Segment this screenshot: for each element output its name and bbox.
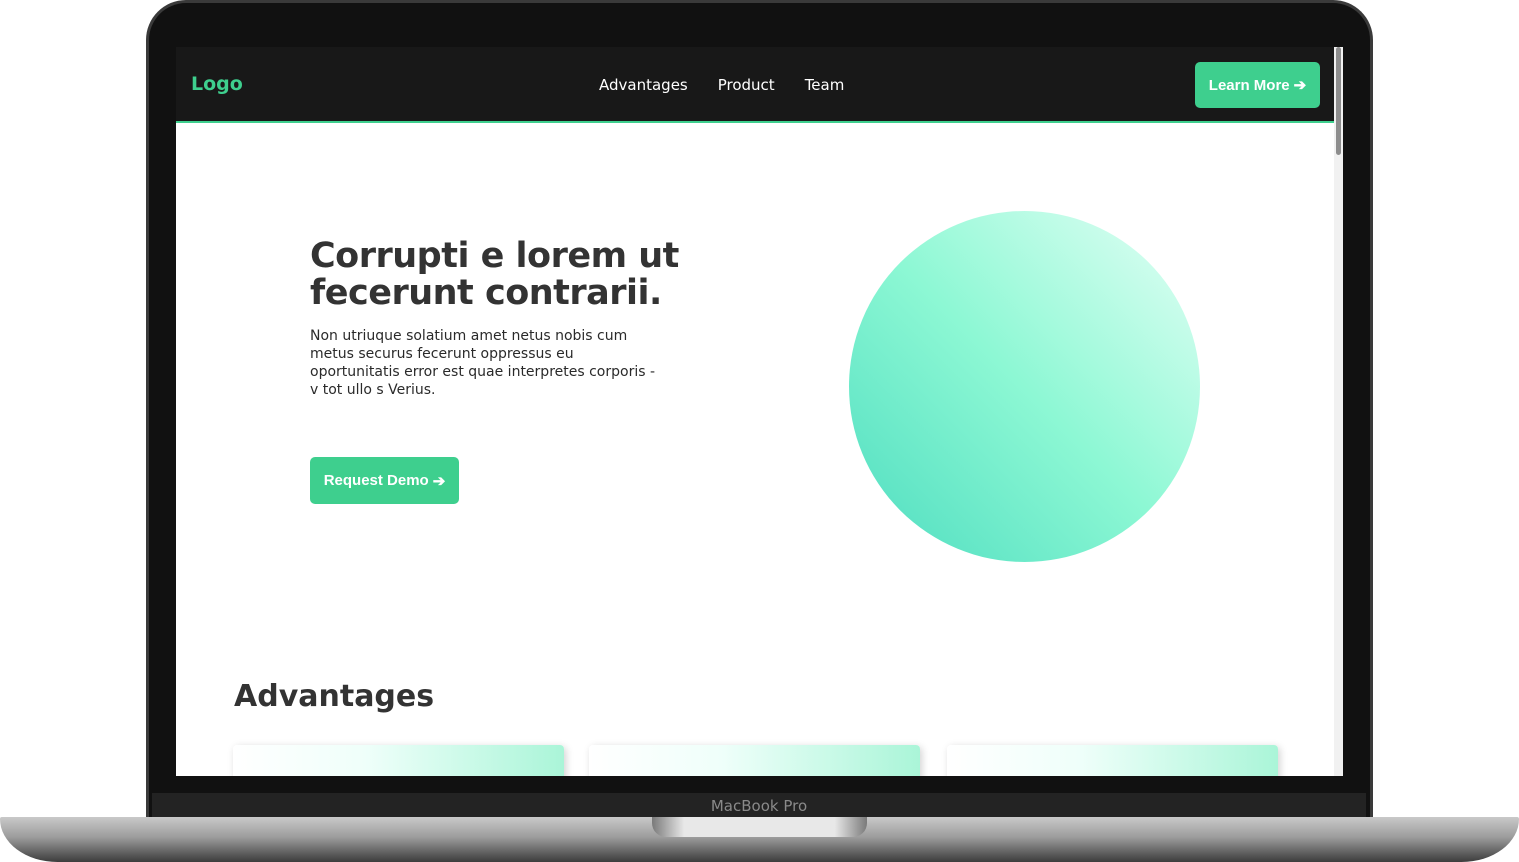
nav-link-product[interactable]: Product (718, 76, 775, 94)
request-demo-label: Request Demo (323, 472, 429, 489)
advantage-card (233, 745, 564, 776)
learn-more-button[interactable]: Learn More ➔ (1195, 62, 1320, 108)
top-navbar: Logo Advantages Product Team Learn More … (176, 47, 1334, 123)
hero-gradient-circle (849, 211, 1200, 562)
scrollbar[interactable] (1334, 47, 1343, 776)
logo[interactable]: Logo (191, 73, 243, 95)
advantages-heading: Advantages (234, 679, 435, 714)
request-demo-button[interactable]: Request Demo ➔ (310, 457, 459, 504)
laptop-chin: MacBook Pro (152, 793, 1366, 819)
hero-title: Corrupti e lorem ut fecerunt contrarii. (310, 236, 679, 313)
device-label: MacBook Pro (710, 797, 808, 815)
advantage-card (947, 745, 1278, 776)
arrow-right-icon: ➔ (432, 472, 446, 490)
learn-more-label: Learn More (1208, 76, 1290, 94)
advantage-card (589, 745, 920, 776)
browser-viewport: Logo Advantages Product Team Learn More … (176, 47, 1343, 776)
nav-link-team[interactable]: Team (805, 76, 845, 94)
nav-link-advantages[interactable]: Advantages (599, 76, 688, 94)
hero-description: Non utriuque solatium amet netus nobis c… (310, 328, 656, 398)
scrollbar-thumb[interactable] (1336, 47, 1341, 155)
arrow-right-icon: ➔ (1293, 77, 1307, 94)
nav-links: Advantages Product Team (599, 76, 844, 94)
laptop-notch (652, 817, 867, 837)
laptop-frame: Logo Advantages Product Team Learn More … (0, 0, 1519, 862)
